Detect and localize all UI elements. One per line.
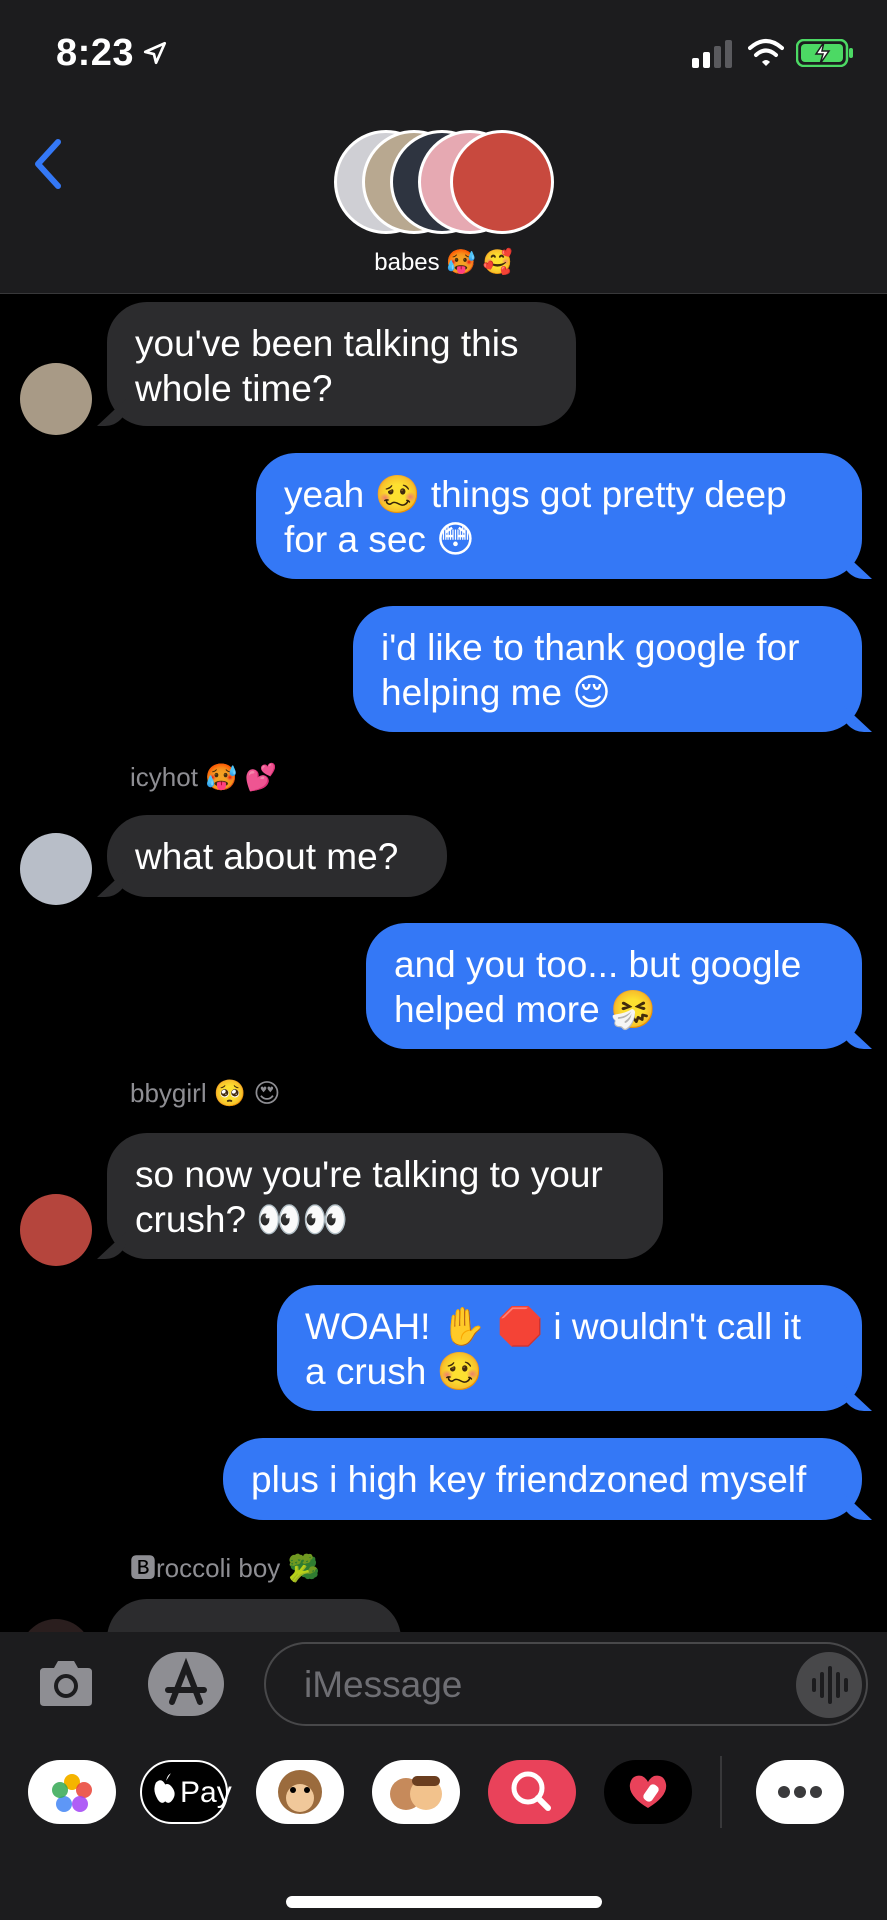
compose-bar: iMessage xyxy=(0,1632,887,1736)
message-input-placeholder: iMessage xyxy=(304,1664,463,1705)
group-avatars[interactable] xyxy=(334,130,554,234)
digital-touch-icon[interactable] xyxy=(604,1760,692,1824)
conversation-header: babes 🥵 🥰 xyxy=(0,110,887,294)
message-text: whole time? xyxy=(135,368,333,409)
message-text: for a sec 😳 xyxy=(284,519,475,560)
app-drawer: Pay xyxy=(0,1736,887,1920)
avatar[interactable] xyxy=(20,1194,92,1266)
sender-name: 🅱roccoli boy 🥦 xyxy=(130,1553,320,1583)
message-text: so now you're talking to your xyxy=(135,1154,603,1195)
search-images-icon[interactable] xyxy=(488,1760,576,1824)
drawer-divider xyxy=(720,1756,722,1828)
signal-icon xyxy=(692,40,732,68)
applepay-label: Pay xyxy=(180,1776,232,1809)
message-outgoing[interactable]: i'd like to thank google for helping me … xyxy=(353,606,862,732)
photos-icon[interactable] xyxy=(28,1760,116,1824)
status-bar: 8:23 xyxy=(0,0,887,110)
message-list[interactable]: you've been talking this whole time? yea… xyxy=(0,295,887,1632)
message-incoming[interactable]: you've been talking this whole time? xyxy=(107,302,576,426)
message-incoming[interactable] xyxy=(107,1599,401,1632)
message-incoming[interactable]: what about me? xyxy=(107,815,447,897)
message-text: crush? 👀👀 xyxy=(135,1199,349,1240)
message-text: yeah 🥴 things got pretty deep xyxy=(284,474,787,515)
avatar xyxy=(450,130,554,234)
battery-charging-icon xyxy=(796,39,853,67)
status-time: 8:23 xyxy=(56,32,135,74)
memoji-icon[interactable] xyxy=(372,1760,460,1824)
message-text: plus i high key friendzoned myself xyxy=(251,1459,807,1500)
animoji-icon[interactable] xyxy=(256,1760,344,1824)
message-text: you've been talking this xyxy=(135,323,519,364)
sender-name: icyhot 🥵 💕 xyxy=(130,762,278,792)
avatar[interactable] xyxy=(20,363,92,435)
message-text: helping me 😌 xyxy=(381,672,611,713)
sender-name: bbygirl 🥺 😍 xyxy=(130,1078,281,1108)
group-name[interactable]: babes 🥵 🥰 xyxy=(0,248,887,277)
audio-icon[interactable] xyxy=(796,1652,862,1718)
message-outgoing[interactable]: WOAH! ✋ 🛑 i wouldn't call it a crush 🥴 xyxy=(277,1285,862,1411)
message-outgoing[interactable]: yeah 🥴 things got pretty deep for a sec … xyxy=(256,453,862,579)
location-arrow-icon xyxy=(143,41,167,65)
message-text: helped more 🤧 xyxy=(394,989,657,1030)
message-incoming[interactable]: so now you're talking to your crush? 👀👀 xyxy=(107,1133,663,1259)
message-text: and you too... but google xyxy=(394,944,802,985)
avatar[interactable] xyxy=(20,1619,92,1632)
camera-icon[interactable] xyxy=(36,1656,96,1710)
message-text: a crush 🥴 xyxy=(305,1351,483,1392)
message-outgoing[interactable]: plus i high key friendzoned myself xyxy=(223,1438,862,1520)
wifi-icon xyxy=(748,39,784,66)
message-text: WOAH! ✋ 🛑 i wouldn't call it xyxy=(305,1306,802,1347)
home-indicator[interactable] xyxy=(286,1896,602,1908)
message-text: what about me? xyxy=(135,836,399,877)
applepay-icon[interactable]: Pay xyxy=(140,1760,232,1824)
message-text: i'd like to thank google for xyxy=(381,627,800,668)
more-icon[interactable] xyxy=(756,1760,844,1824)
appstore-icon[interactable] xyxy=(148,1652,224,1716)
avatar[interactable] xyxy=(20,833,92,905)
message-outgoing[interactable]: and you too... but google helped more 🤧 xyxy=(366,923,862,1049)
message-input[interactable]: iMessage xyxy=(264,1642,868,1726)
back-chevron-icon[interactable] xyxy=(30,138,66,190)
